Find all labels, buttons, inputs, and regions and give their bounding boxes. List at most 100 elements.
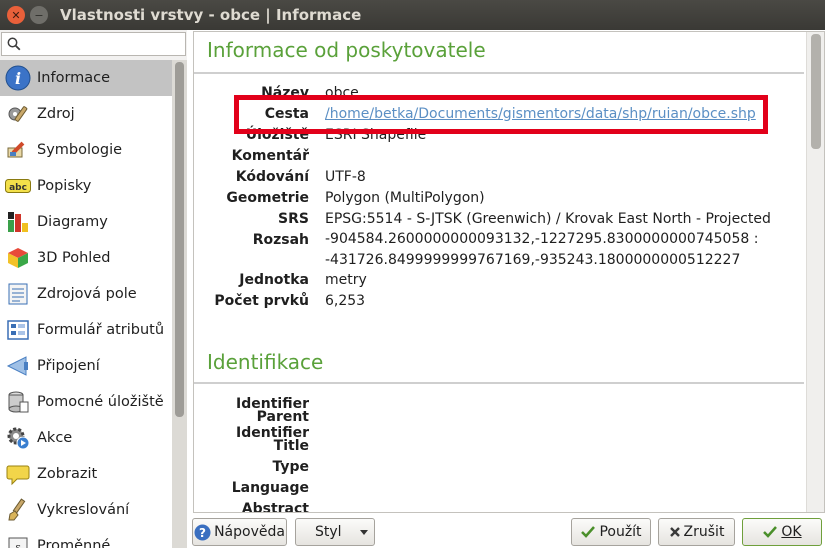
info-value: metry <box>325 271 367 288</box>
info-value: EPSG:5514 - S-JTSK (Greenwich) / Krovak … <box>325 210 771 227</box>
info-key: Komentář <box>231 147 309 164</box>
ok-button[interactable]: OK <box>742 518 822 546</box>
sidebar-item-symbologie[interactable]: Symbologie <box>0 132 172 168</box>
ident-row-language: Language <box>194 477 804 498</box>
ident-row-abstract: Abstract <box>194 498 804 513</box>
ident-key: Abstract <box>241 500 309 513</box>
info-row-jednotka: Jednotka metry <box>194 269 804 290</box>
ident-key: Language <box>231 479 309 496</box>
info-value: Polygon (MultiPolygon) <box>325 189 485 206</box>
ident-key: Type <box>272 458 309 475</box>
sidebar-item-label: Popisky <box>37 178 92 194</box>
sidebar-item-3d-pohled[interactable]: 3D Pohled <box>0 240 172 276</box>
sidebar-item-diagramy[interactable]: Diagramy <box>0 204 172 240</box>
sidebar-item-label: Zobrazit <box>37 466 98 482</box>
sidebar-item-label: Proměnné <box>37 538 111 548</box>
dropdown-arrow-icon <box>360 530 368 535</box>
cancel-button[interactable]: Zrušit <box>658 518 735 546</box>
sidebar-item-label: Pomocné úložiště <box>37 394 164 410</box>
sidebar-scrollbar[interactable] <box>172 60 187 548</box>
svg-text:ε: ε <box>15 541 21 548</box>
apply-button-label: Použít <box>599 524 642 540</box>
fields-icon <box>4 280 32 308</box>
info-key: Jednotka <box>239 271 309 288</box>
ident-key: Title <box>273 437 309 454</box>
help-button-label: Nápověda <box>214 524 285 540</box>
sidebar-item-label: Zdrojová pole <box>37 286 137 302</box>
section-title-provider: Informace od poskytovatele <box>207 38 486 62</box>
sidebar-item-akce[interactable]: Akce <box>0 420 172 456</box>
cancel-button-label: Zrušit <box>683 524 725 540</box>
section-divider <box>194 382 804 384</box>
info-key: SRS <box>278 210 309 227</box>
ok-button-label: OK <box>781 524 802 540</box>
info-value: 6,253 <box>325 292 366 309</box>
style-dropdown[interactable]: Styl <box>295 518 375 546</box>
info-key: Kódování <box>235 168 309 185</box>
sidebar-item-vykreslovani[interactable]: Vykreslování <box>0 492 172 528</box>
style-dropdown-label: Styl <box>315 524 342 540</box>
sidebar-list: i Informace Zdroj Symbologie abc Popisky <box>0 60 172 548</box>
rendering-brush-icon <box>4 496 32 524</box>
sidebar-item-label: Zdroj <box>37 106 75 122</box>
highlight-box <box>234 95 768 134</box>
svg-text:?: ? <box>199 526 206 540</box>
sidebar-item-zdrojova-pole[interactable]: Zdrojová pole <box>0 276 172 312</box>
svg-text:abc: abc <box>9 183 27 193</box>
sidebar-item-pripojeni[interactable]: Připojení <box>0 348 172 384</box>
variables-icon: ε <box>4 532 32 548</box>
info-key: Počet prvků <box>214 292 309 309</box>
sidebar-item-label: Vykreslování <box>37 502 130 518</box>
x-icon <box>669 526 681 538</box>
info-key: Rozsah <box>252 231 309 248</box>
check-icon <box>580 525 596 539</box>
sidebar-scrollbar-thumb[interactable] <box>175 62 184 417</box>
info-key: Geometrie <box>226 189 309 206</box>
ident-row-type: Type <box>194 456 804 477</box>
source-wrench-icon <box>4 100 32 128</box>
minimize-icon[interactable]: − <box>30 6 48 24</box>
info-scrollbar-thumb[interactable] <box>811 34 821 149</box>
info-scrollbar[interactable] <box>806 32 824 512</box>
info-panel: Informace od poskytovatele Název obce Ce… <box>193 31 825 513</box>
attribute-form-icon <box>4 316 32 344</box>
sidebar-item-label: 3D Pohled <box>37 250 111 266</box>
title-bar: ✕ − Vlastnosti vrstvy - obce | Informace <box>0 0 825 30</box>
window-title: Vlastnosti vrstvy - obce | Informace <box>60 6 362 24</box>
info-row-srs: SRS EPSG:5514 - S-JTSK (Greenwich) / Kro… <box>194 208 804 229</box>
search-icon <box>7 37 21 51</box>
sidebar-item-formular-atributu[interactable]: Formulář atributů <box>0 312 172 348</box>
action-gear-icon <box>4 424 32 452</box>
labels-abc-icon: abc <box>4 172 32 200</box>
info-row-pocet-prvku: Počet prvků 6,253 <box>194 290 804 311</box>
auxiliary-storage-icon <box>4 388 32 416</box>
section-title-identifikace: Identifikace <box>207 350 324 374</box>
symbology-brush-icon <box>4 136 32 164</box>
sidebar-item-popisky[interactable]: abc Popisky <box>0 168 172 204</box>
display-bubble-icon <box>4 460 32 488</box>
apply-button[interactable]: Použít <box>571 518 651 546</box>
sidebar-item-label: Připojení <box>37 358 100 374</box>
sidebar-item-zobrazit[interactable]: Zobrazit <box>0 456 172 492</box>
ident-row-title: Title <box>194 435 804 456</box>
ident-row-parent-identifier: Parent Identifier <box>194 409 804 441</box>
sidebar-item-zdroj[interactable]: Zdroj <box>0 96 172 132</box>
sidebar-item-label: Formulář atributů <box>37 322 165 338</box>
search-input[interactable] <box>1 32 186 56</box>
diagram-icon <box>4 208 32 236</box>
extent-line-2: -431726.8499999999767169,-935243.1800000… <box>325 252 741 268</box>
sidebar-item-label: Informace <box>37 70 111 86</box>
info-row-komentar: Komentář <box>194 145 804 166</box>
sidebar-item-label: Symbologie <box>37 142 123 158</box>
help-icon: ? <box>194 524 211 541</box>
sidebar-item-label: Akce <box>37 430 73 446</box>
sidebar-item-label: Diagramy <box>37 214 108 230</box>
sidebar-item-promenne[interactable]: ε Proměnné <box>0 528 172 548</box>
info-row-geometrie: Geometrie Polygon (MultiPolygon) <box>194 187 804 208</box>
sidebar-item-informace[interactable]: i Informace <box>0 60 172 96</box>
help-button[interactable]: ? Nápověda <box>192 518 287 546</box>
svg-text:i: i <box>15 69 21 88</box>
sidebar-item-pomocne-uloziste[interactable]: Pomocné úložiště <box>0 384 172 420</box>
check-icon <box>762 525 778 539</box>
close-icon[interactable]: ✕ <box>7 6 25 24</box>
